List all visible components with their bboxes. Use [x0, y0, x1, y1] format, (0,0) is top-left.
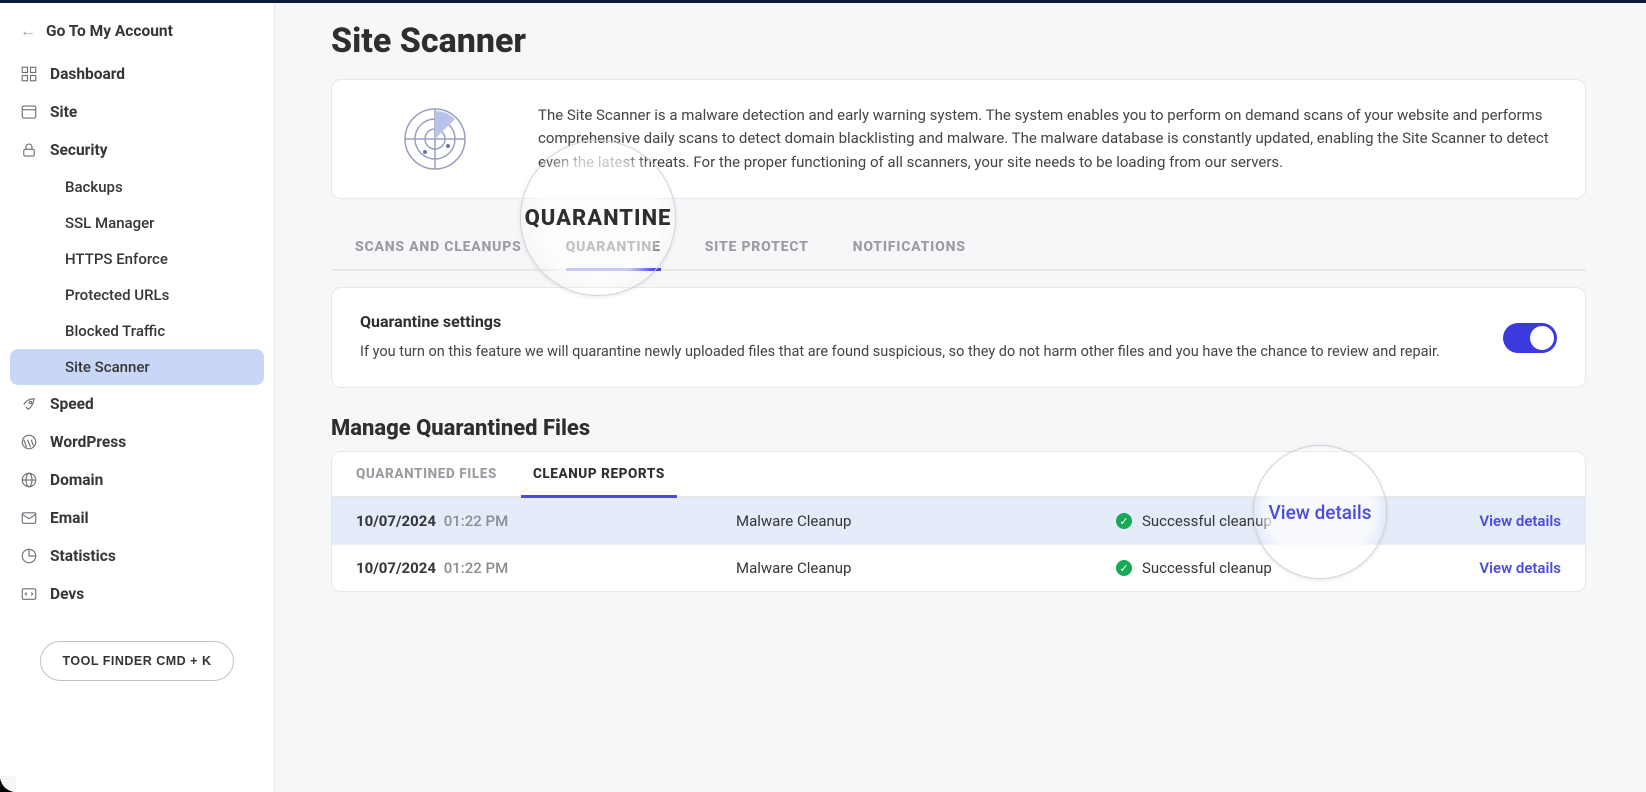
quarantine-settings-title: Quarantine settings [360, 312, 1473, 331]
view-details-link[interactable]: View details [1479, 512, 1561, 530]
report-type: Malware Cleanup [736, 512, 1116, 530]
wordpress-icon [20, 433, 38, 451]
sidebar-item-label: Domain [50, 471, 103, 489]
report-time: 01:22 PM [444, 559, 508, 577]
report-rows: 10/07/2024 01:22 PM Malware Cleanup ✓ Su… [332, 498, 1585, 591]
tab-scans-and-cleanups[interactable]: SCANS AND CLEANUPS [355, 225, 522, 269]
sidebar-sub-https-enforce[interactable]: HTTPS Enforce [10, 241, 264, 277]
main-content: Site Scanner The Site Scanner is a malwa… [275, 3, 1646, 792]
intro-text: The Site Scanner is a malware detection … [538, 104, 1557, 174]
sidebar-item-label: Devs [50, 585, 84, 603]
sidebar-item-security[interactable]: Security [0, 131, 274, 169]
sidebar-item-label: Email [50, 509, 89, 527]
sidebar-item-label: Security [50, 141, 108, 159]
check-icon: ✓ [1116, 560, 1132, 576]
report-row[interactable]: 10/07/2024 01:22 PM Malware Cleanup ✓ Su… [332, 498, 1585, 545]
sidebar-item-speed[interactable]: Speed [0, 385, 274, 423]
tab-quarantine[interactable]: QUARANTINE [566, 225, 661, 269]
report-row[interactable]: 10/07/2024 01:22 PM Malware Cleanup ✓ Su… [332, 545, 1585, 591]
tab-quarantined-files[interactable]: QUARANTINED FILES [356, 452, 497, 496]
quarantine-toggle[interactable] [1503, 323, 1557, 353]
radar-icon [360, 104, 510, 174]
sidebar-sub-protected-urls[interactable]: Protected URLs [10, 277, 264, 313]
report-type: Malware Cleanup [736, 559, 1116, 577]
sidebar-sub-site-scanner[interactable]: Site Scanner [10, 349, 264, 385]
security-sublist: Backups SSL Manager HTTPS Enforce Protec… [0, 169, 274, 385]
sidebar-item-label: Speed [50, 395, 94, 413]
arrow-left-icon: ← [20, 21, 36, 41]
sidebar-item-label: Site [50, 103, 77, 121]
quarantine-settings-description: If you turn on this feature we will quar… [360, 341, 1473, 363]
sidebar-sub-ssl-manager[interactable]: SSL Manager [10, 205, 264, 241]
go-back-label: Go To My Account [46, 22, 173, 40]
speed-icon [20, 395, 38, 413]
report-time: 01:22 PM [444, 512, 508, 530]
site-icon [20, 103, 38, 121]
secondary-tabs: QUARANTINED FILES CLEANUP REPORTS [332, 452, 1585, 498]
go-to-my-account-link[interactable]: ← Go To My Account [0, 13, 274, 55]
page-title: Site Scanner [331, 21, 1586, 61]
manage-quarantined-files-title: Manage Quarantined Files [331, 416, 1586, 441]
view-details-link[interactable]: View details [1479, 559, 1561, 577]
sidebar-item-wordpress[interactable]: WordPress [0, 423, 274, 461]
sidebar-item-label: WordPress [50, 433, 126, 451]
report-status: Successful cleanup [1142, 559, 1272, 577]
email-icon [20, 509, 38, 527]
quarantine-settings-card: Quarantine settings If you turn on this … [331, 287, 1586, 388]
tool-finder-button[interactable]: TOOL FINDER CMD + K [40, 641, 235, 681]
sidebar-item-label: Statistics [50, 547, 116, 565]
statistics-icon [20, 547, 38, 565]
primary-tabs: SCANS AND CLEANUPS QUARANTINE SITE PROTE… [331, 225, 1586, 271]
tab-notifications[interactable]: NOTIFICATIONS [853, 225, 966, 269]
sidebar-item-domain[interactable]: Domain [0, 461, 274, 499]
sidebar-item-devs[interactable]: Devs [0, 575, 274, 613]
report-date: 10/07/2024 [356, 559, 436, 577]
sidebar-item-email[interactable]: Email [0, 499, 274, 537]
tab-site-protect[interactable]: SITE PROTECT [705, 225, 809, 269]
sidebar-item-dashboard[interactable]: Dashboard [0, 55, 274, 93]
sidebar-sub-backups[interactable]: Backups [10, 169, 264, 205]
sidebar: ← Go To My Account Dashboard Site Securi… [0, 3, 275, 792]
check-icon: ✓ [1116, 513, 1132, 529]
tab-cleanup-reports[interactable]: CLEANUP REPORTS [533, 452, 665, 496]
dashboard-icon [20, 65, 38, 83]
quarantine-table-card: QUARANTINED FILES CLEANUP REPORTS 10/07/… [331, 451, 1586, 592]
sidebar-item-site[interactable]: Site [0, 93, 274, 131]
report-status: Successful cleanup [1142, 512, 1272, 530]
window-corner [0, 776, 16, 792]
report-date: 10/07/2024 [356, 512, 436, 530]
domain-icon [20, 471, 38, 489]
sidebar-item-label: Dashboard [50, 65, 125, 83]
security-icon [20, 141, 38, 159]
devs-icon [20, 585, 38, 603]
intro-card: The Site Scanner is a malware detection … [331, 79, 1586, 199]
sidebar-item-statistics[interactable]: Statistics [0, 537, 274, 575]
sidebar-sub-blocked-traffic[interactable]: Blocked Traffic [10, 313, 264, 349]
